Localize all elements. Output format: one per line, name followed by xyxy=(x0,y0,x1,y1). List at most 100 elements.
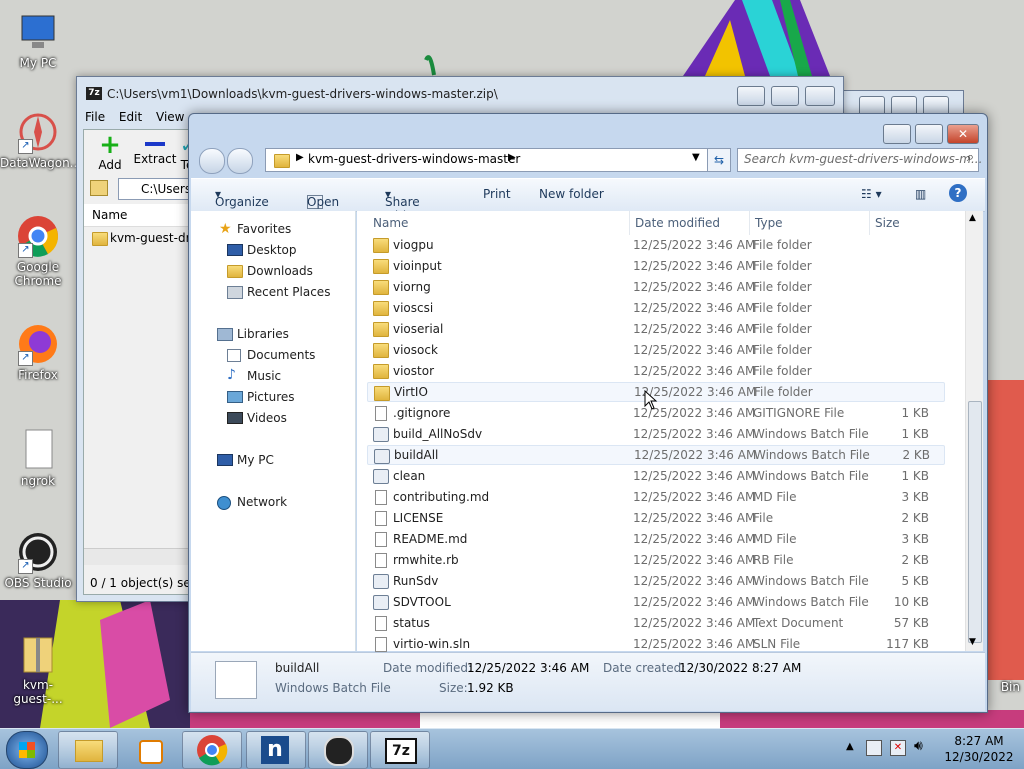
search-input[interactable]: Search kvm-guest-drivers-windows-m... ⌕ xyxy=(737,148,982,172)
taskbar-n-app[interactable]: n xyxy=(246,731,306,769)
breadcrumb[interactable]: kvm-guest-drivers-windows-master xyxy=(308,152,520,166)
help-icon[interactable]: ? xyxy=(949,184,967,202)
nav-videos[interactable]: Videos xyxy=(247,411,287,425)
desktop-icon-kvm-zip[interactable]: kvm-guest-... xyxy=(0,632,76,706)
minimize-button[interactable] xyxy=(883,124,911,144)
show-hidden-icons-icon[interactable]: ▲ xyxy=(846,741,854,752)
column-header-name[interactable]: Name xyxy=(84,204,198,227)
file-row[interactable]: README.md 12/25/2022 3:46 AM MD File 3 KB xyxy=(367,529,943,549)
extract-button[interactable]: Extract xyxy=(130,132,180,166)
chevron-down-icon[interactable]: ▼ xyxy=(692,152,700,163)
column-header-name[interactable]: Name xyxy=(373,216,408,230)
share-with-button[interactable]: Share with ▾ xyxy=(385,187,420,223)
add-button[interactable]: + Add xyxy=(90,132,130,172)
scroll-up-arrow[interactable]: ▲ xyxy=(969,213,976,223)
preview-pane-icon[interactable]: ▥ xyxy=(915,187,926,201)
desktop-icon-datawagon[interactable]: ↗ DataWagon... xyxy=(0,110,82,170)
close-button[interactable] xyxy=(805,86,835,106)
desktop-icon-ngrok[interactable]: ngrok xyxy=(0,428,76,488)
vertical-scrollbar[interactable]: ▲ ▼ xyxy=(965,211,983,651)
nav-my-pc[interactable]: My PC xyxy=(237,453,274,467)
new-folder-button[interactable]: New folder xyxy=(539,187,604,201)
scroll-thumb[interactable] xyxy=(968,401,982,643)
nav-pictures[interactable]: Pictures xyxy=(247,390,295,404)
minimize-button[interactable] xyxy=(737,86,765,106)
taskbar-explorer[interactable] xyxy=(58,731,118,769)
maximize-button[interactable] xyxy=(915,124,943,144)
menu-file[interactable]: File xyxy=(85,110,105,124)
volume-icon[interactable]: 🔊︎ xyxy=(914,738,923,754)
column-divider[interactable] xyxy=(869,211,870,235)
file-date: 12/25/2022 3:46 AM xyxy=(634,448,757,462)
file-row[interactable]: contributing.md 12/25/2022 3:46 AM MD File… xyxy=(367,487,943,507)
address-bar[interactable]: ▶ kvm-guest-drivers-windows-master ▶ ▼ xyxy=(265,148,727,172)
file-row[interactable]: LICENSE 12/25/2022 3:46 AM File 2 KB xyxy=(367,508,943,528)
nav-desktop[interactable]: Desktop xyxy=(247,243,297,257)
start-button[interactable] xyxy=(6,731,48,769)
nav-network[interactable]: Network xyxy=(237,495,287,509)
menu-view[interactable]: View xyxy=(156,110,184,124)
desktop-icon-label: DataWagon... xyxy=(0,156,82,170)
column-divider[interactable] xyxy=(629,211,630,235)
scroll-down-arrow[interactable]: ▼ xyxy=(969,637,976,647)
clock[interactable]: 8:27 AM 12/30/2022 xyxy=(934,733,1024,765)
nav-documents[interactable]: Documents xyxy=(247,348,315,362)
nav-downloads[interactable]: Downloads xyxy=(247,264,313,278)
file-row[interactable]: virtio-win.sln 12/25/2022 3:46 AM SLN File… xyxy=(367,634,943,654)
close-button[interactable]: ✕ xyxy=(947,124,979,144)
desktop-icon-chrome[interactable]: ↗ Google Chrome xyxy=(0,214,76,288)
nav-recent-places[interactable]: Recent Places xyxy=(247,285,330,299)
file-row[interactable]: SDVTOOL 12/25/2022 3:46 AM Windows Batch F… xyxy=(367,592,943,612)
file-row[interactable]: viorng 12/25/2022 3:46 AM File folder xyxy=(367,277,943,297)
taskbar-7zip[interactable]: 7z xyxy=(370,731,430,769)
view-options-icon[interactable]: ☷ ▾ xyxy=(861,187,882,201)
file-name: LICENSE xyxy=(393,511,444,525)
batch-file-icon xyxy=(373,427,389,442)
column-divider[interactable] xyxy=(749,211,750,235)
search-icon[interactable]: ⌕ xyxy=(967,150,974,165)
details-filetype: Windows Batch File xyxy=(275,681,391,695)
desktop-icon-firefox[interactable]: ↗ Firefox xyxy=(0,322,76,382)
file-row[interactable]: vioscsi 12/25/2022 3:46 AM File folder xyxy=(367,298,943,318)
file-row[interactable]: buildAll 12/25/2022 3:46 AM Windows Batch … xyxy=(367,445,945,465)
up-folder-icon[interactable] xyxy=(90,180,108,196)
taskbar-obs[interactable] xyxy=(308,731,368,769)
desktop-icon-my-pc[interactable]: My PC xyxy=(0,10,76,70)
horizontal-scrollbar[interactable] xyxy=(84,548,190,565)
taskbar-chrome[interactable] xyxy=(182,731,242,769)
file-row[interactable]: RunSdv 12/25/2022 3:46 AM Windows Batch Fi… xyxy=(367,571,943,591)
chrome-icon xyxy=(197,735,228,766)
nav-libraries[interactable]: Libraries xyxy=(237,327,289,341)
taskbar-media-player[interactable] xyxy=(120,731,180,769)
column-header-date[interactable]: Date modified xyxy=(635,216,720,230)
maximize-button[interactable] xyxy=(771,86,799,106)
forward-button[interactable] xyxy=(227,148,253,174)
refresh-button[interactable]: ⇆ xyxy=(707,148,731,172)
file-row[interactable]: build_AllNoSdv 12/25/2022 3:46 AM Windows … xyxy=(367,424,943,444)
file-row[interactable]: viosock 12/25/2022 3:46 AM File folder xyxy=(367,340,943,360)
action-center-icon[interactable] xyxy=(866,740,882,756)
file-row[interactable]: rmwhite.rb 12/25/2022 3:46 AM RB File 2 KB xyxy=(367,550,943,570)
file-date: 12/25/2022 3:46 AM xyxy=(633,595,756,609)
back-button[interactable] xyxy=(199,148,225,174)
file-type: GITIGNORE File xyxy=(753,406,845,420)
organize-button[interactable]: Organize ▾ xyxy=(215,187,269,209)
print-button[interactable]: Print xyxy=(483,187,511,201)
file-row[interactable]: clean 12/25/2022 3:46 AM Windows Batch Fil… xyxy=(367,466,943,486)
column-header-type[interactable]: Type xyxy=(755,216,783,230)
menu-edit[interactable]: Edit xyxy=(119,110,142,124)
file-row[interactable]: viogpu 12/25/2022 3:46 AM File folder xyxy=(367,235,943,255)
downloads-folder-icon xyxy=(227,265,243,278)
file-row[interactable]: vioinput 12/25/2022 3:46 AM File folder xyxy=(367,256,943,276)
column-header-size[interactable]: Size xyxy=(875,216,900,230)
desktop-icon-obs[interactable]: ↗ OBS Studio xyxy=(0,530,76,590)
file-row[interactable]: viostor 12/25/2022 3:46 AM File folder xyxy=(367,361,943,381)
file-row[interactable]: vioserial 12/25/2022 3:46 AM File folder xyxy=(367,319,943,339)
nav-favorites[interactable]: Favorites xyxy=(237,222,291,236)
list-item[interactable]: kvm-guest-driv xyxy=(90,228,190,248)
file-row[interactable]: status 12/25/2022 3:46 AM Text Document 57 … xyxy=(367,613,943,633)
file-date: 12/25/2022 3:46 AM xyxy=(633,574,756,588)
command-bar: Organize ▾ Open Share with ▾ Print New f… xyxy=(191,178,985,223)
network-status-icon[interactable]: ✕ xyxy=(890,740,906,756)
nav-music[interactable]: Music xyxy=(247,369,281,383)
